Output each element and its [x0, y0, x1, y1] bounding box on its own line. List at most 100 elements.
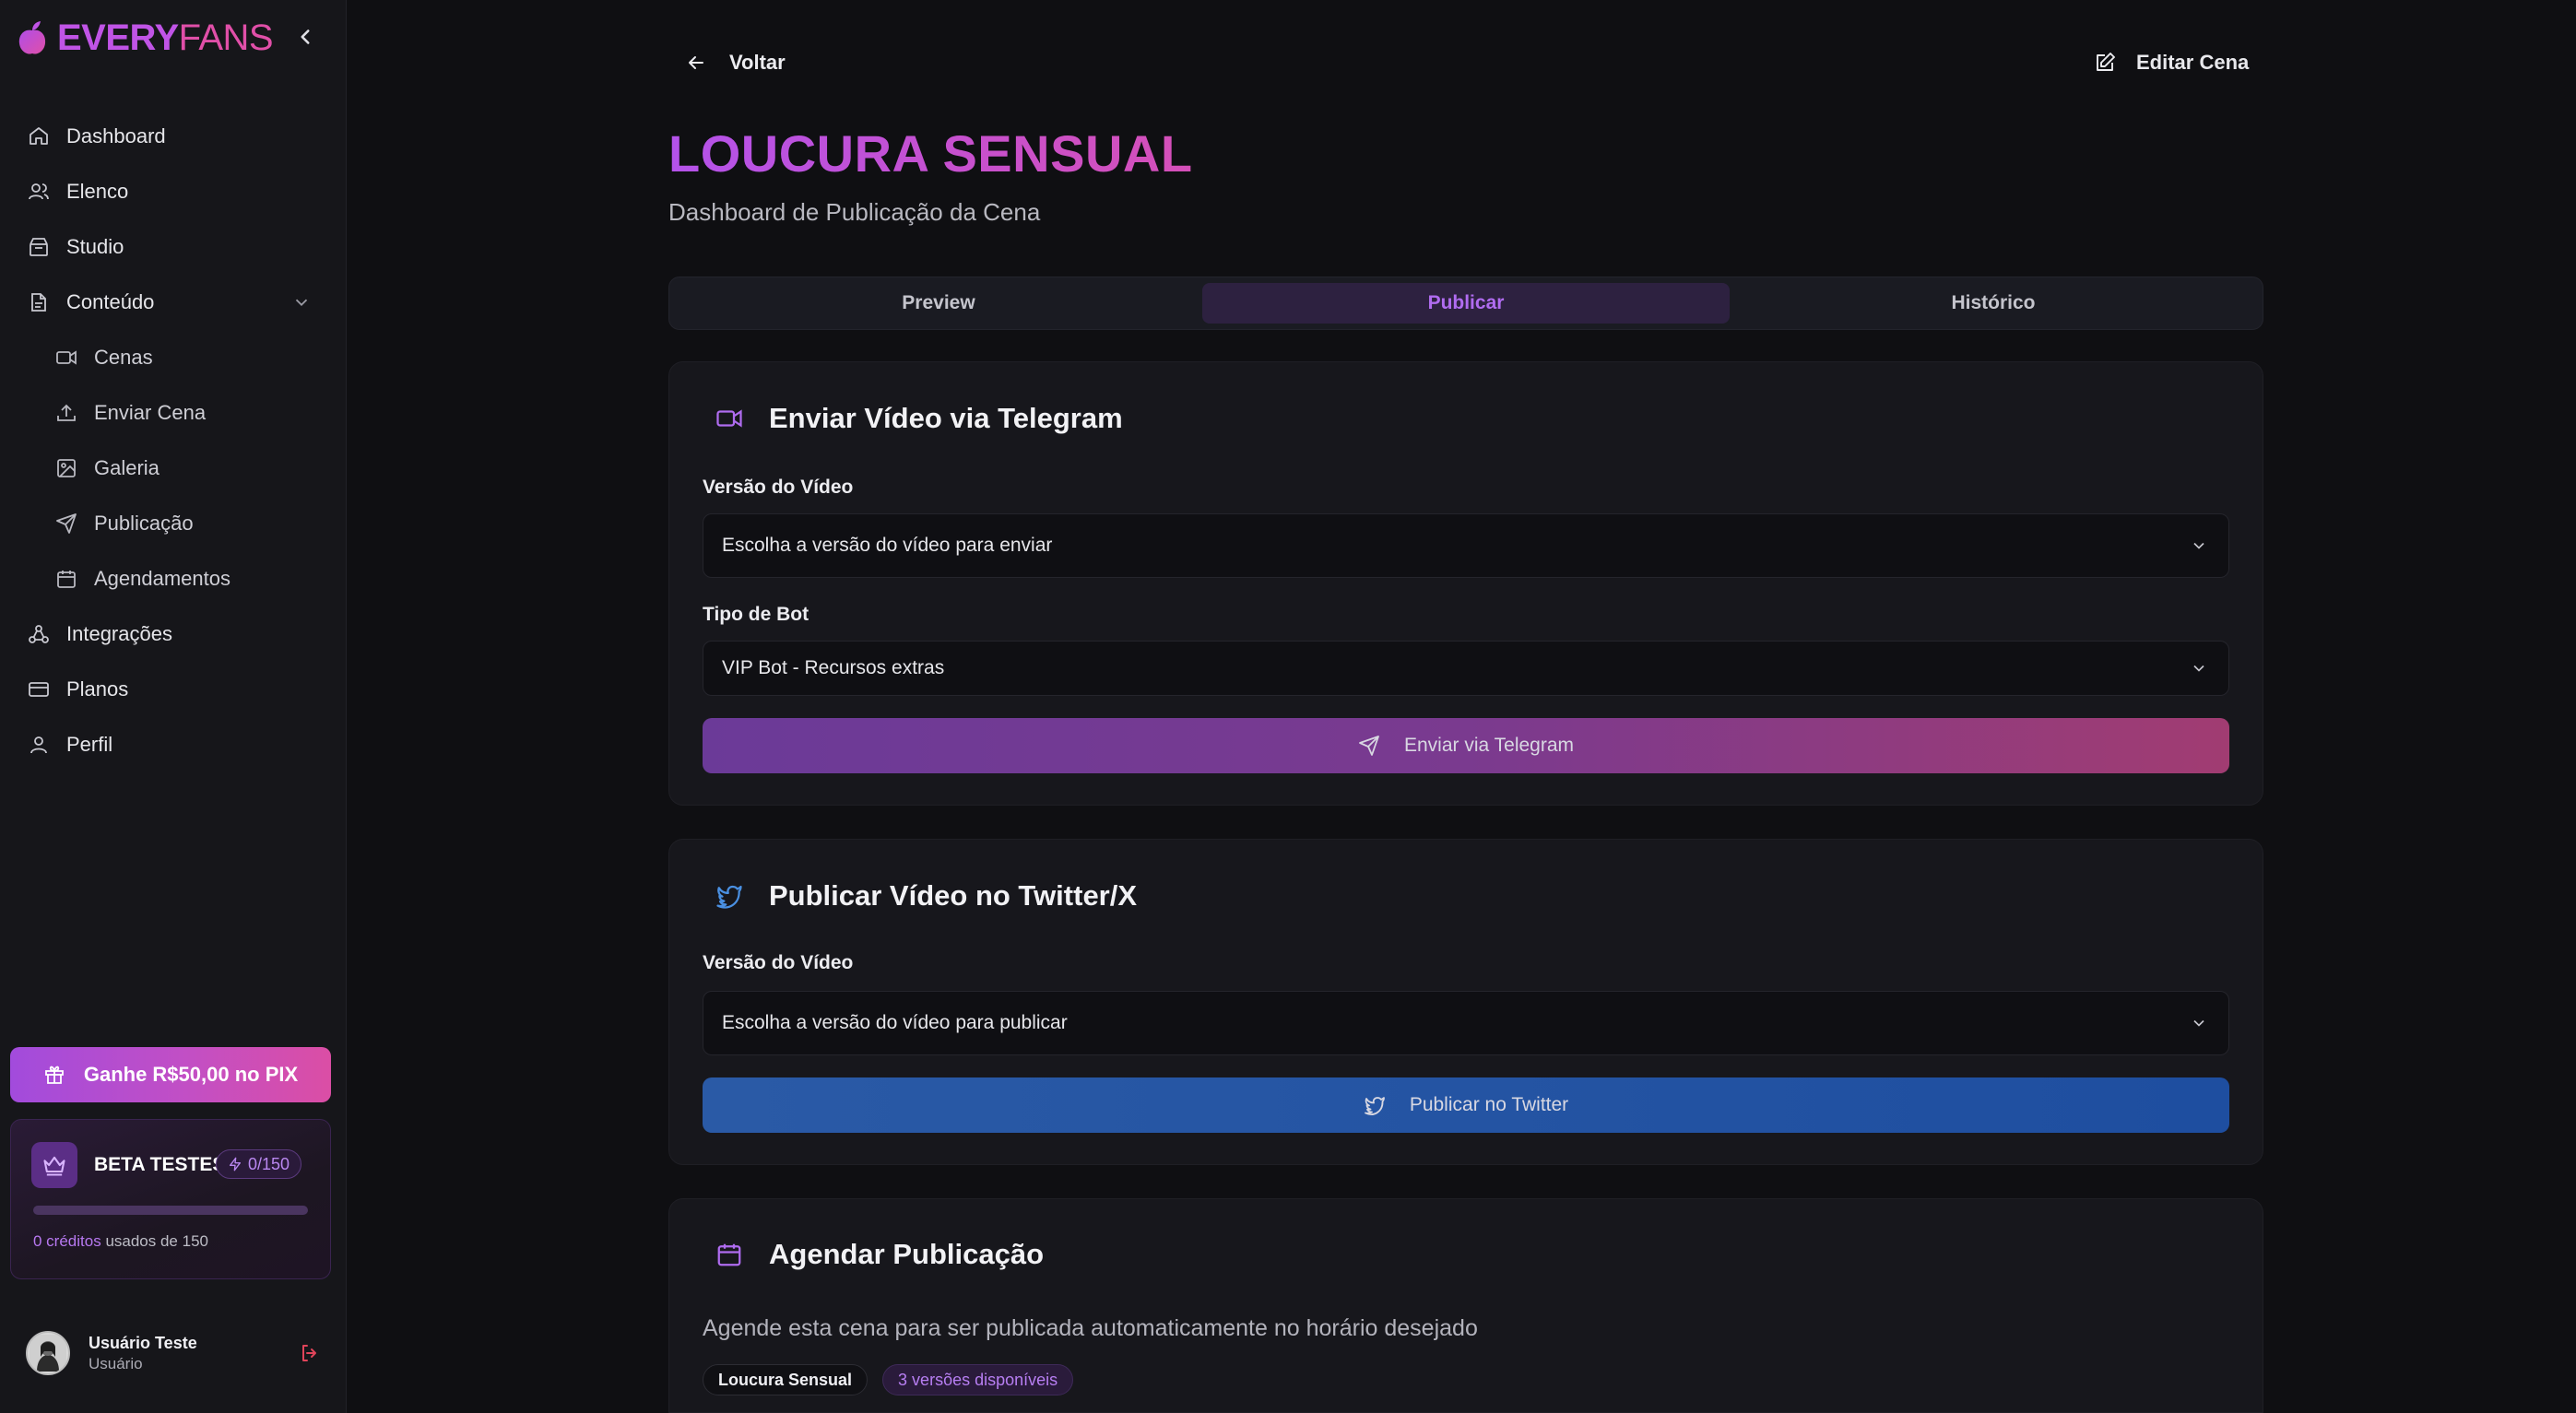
brand-logo[interactable]: EVERYFANS	[17, 17, 274, 59]
user-name: Usuário Teste	[89, 1333, 197, 1352]
twitter-version-select[interactable]: Escolha a versão do vídeo para publicar	[703, 991, 2229, 1055]
schedule-card: Agendar Publicação Agende esta cena para…	[668, 1198, 2263, 1413]
sidebar-item-label: Integrações	[66, 622, 172, 645]
page-title: LOUCURA SENSUAL	[668, 124, 1193, 183]
gift-icon	[44, 1066, 64, 1084]
home-icon	[30, 127, 48, 145]
sidebar-item-label: Planos	[66, 677, 129, 701]
sidebar-item-label: Enviar Cena	[94, 401, 207, 424]
integrations-icon	[29, 625, 49, 643]
sidebar-item-label: Perfil	[66, 733, 113, 756]
promo-label: Ganhe R$50,00 no PIX	[83, 1063, 299, 1086]
send-telegram-label: Enviar via Telegram	[1403, 735, 1575, 756]
tab-historico[interactable]: Histórico	[1730, 283, 2257, 324]
schedule-chips: Loucura Sensual 3 versões disponíveis	[703, 1364, 1074, 1395]
beta-badge-label: 0/150	[248, 1154, 290, 1173]
calendar-icon	[717, 1243, 741, 1266]
sidebar-item-agendamentos[interactable]: Agendamentos	[0, 551, 347, 606]
sidebar-item-studio[interactable]: Studio	[0, 219, 347, 275]
tab-publicar[interactable]: Publicar	[1202, 283, 1730, 324]
image-icon	[57, 459, 76, 477]
beta-card: BETA TESTES 0/150 0 créditos usados de 1…	[10, 1119, 331, 1279]
crown-badge	[31, 1142, 77, 1188]
video-camera-icon	[716, 409, 742, 428]
bot-type-select[interactable]: VIP Bot - Recursos extras	[703, 641, 2229, 696]
send-icon	[56, 513, 77, 534]
schedule-card-title: Agendar Publicação	[769, 1238, 1045, 1270]
edit-icon	[2097, 53, 2115, 71]
tab-preview[interactable]: Preview	[675, 283, 1202, 324]
sidebar-item-enviar-cena[interactable]: Enviar Cena	[0, 385, 347, 441]
sidebar-item-perfil[interactable]: Perfil	[0, 717, 347, 772]
chevron-down-icon	[2193, 1019, 2204, 1027]
sidebar-item-dashboard[interactable]: Dashboard	[0, 109, 347, 164]
twitter-version-placeholder: Escolha a versão do vídeo para publicar	[722, 1012, 1068, 1033]
publish-twitter-button[interactable]: Publicar no Twitter	[703, 1077, 2229, 1133]
video-icon	[56, 350, 77, 365]
chevron-down-icon[interactable]	[291, 292, 312, 312]
bot-type-value: VIP Bot - Recursos extras	[722, 657, 945, 678]
sidebar-item-label: Conteúdo	[66, 290, 155, 313]
back-button[interactable]: Voltar	[685, 51, 786, 75]
twitter-bird-icon	[716, 885, 742, 909]
logout-icon[interactable]	[299, 1342, 321, 1364]
beta-progress-bar	[33, 1206, 308, 1215]
sidebar-item-label: Galeria	[94, 456, 160, 479]
twitter-version-label: Versão do Vídeo	[703, 952, 854, 973]
calendar-icon	[57, 571, 76, 588]
back-label: Voltar	[729, 51, 786, 74]
sidebar-item-conteudo[interactable]: Conteúdo	[0, 275, 347, 330]
telegram-card-header: Enviar Vídeo via Telegram	[715, 402, 1123, 435]
sidebar-item-integracoes[interactable]: Integrações	[0, 606, 347, 662]
telegram-version-label: Versão do Vídeo	[703, 477, 854, 498]
send-telegram-button[interactable]: Enviar via Telegram	[703, 718, 2229, 773]
beta-credits-badge: 0/150	[216, 1149, 302, 1179]
twitter-card-header: Publicar Vídeo no Twitter/X	[715, 879, 1137, 913]
chevron-down-icon	[2193, 665, 2204, 672]
twitter-bird-icon	[1364, 1097, 1385, 1115]
bot-type-label: Tipo de Bot	[703, 604, 809, 625]
sidebar-item-label: Publicação	[94, 512, 194, 535]
sidebar-nav: Dashboard Elenco Studio Conteúdo Cenas E…	[0, 109, 347, 772]
twitter-card-title: Publicar Vídeo no Twitter/X	[769, 879, 1138, 912]
sidebar-item-label: Studio	[66, 235, 124, 258]
beta-title: BETA TESTES	[94, 1154, 226, 1175]
sidebar-item-planos[interactable]: Planos	[0, 662, 347, 717]
brand-name: EVERYFANS	[57, 17, 274, 58]
peach-logo-icon	[18, 21, 46, 54]
sidebar-item-elenco[interactable]: Elenco	[0, 164, 347, 219]
credit-card-icon	[29, 682, 49, 697]
scene-name-chip: Loucura Sensual	[703, 1364, 869, 1395]
user-role: Usuário	[89, 1354, 143, 1372]
sidebar-item-galeria[interactable]: Galeria	[0, 441, 347, 496]
telegram-card: Enviar Vídeo via Telegram Versão do Víde…	[668, 361, 2263, 806]
users-icon	[29, 183, 49, 200]
file-icon	[31, 293, 46, 312]
sidebar-item-label: Agendamentos	[94, 567, 230, 590]
sidebar: EVERYFANS Dashboard Elenco Studio Conteú…	[0, 0, 347, 1413]
arrow-left-icon	[689, 56, 703, 69]
upload-icon	[57, 404, 76, 421]
user-profile[interactable]: Usuário Teste Usuário	[26, 1327, 321, 1379]
beta-credits-note: 0 créditos usados de 150	[33, 1232, 208, 1250]
telegram-version-select[interactable]: Escolha a versão do vídeo para enviar	[703, 513, 2229, 578]
crown-icon	[43, 1156, 65, 1176]
sidebar-item-cenas[interactable]: Cenas	[0, 330, 347, 385]
telegram-version-placeholder: Escolha a versão do vídeo para enviar	[722, 535, 1053, 556]
chevron-left-icon[interactable]	[293, 24, 317, 50]
promo-pix-button[interactable]: Ganhe R$50,00 no PIX	[10, 1047, 331, 1102]
sidebar-item-publicacao[interactable]: Publicação	[0, 496, 347, 551]
user-info: Usuário Teste Usuário	[89, 1334, 197, 1373]
versions-chip: 3 versões disponíveis	[882, 1364, 1074, 1395]
telegram-card-title: Enviar Vídeo via Telegram	[769, 402, 1123, 434]
sidebar-item-label: Dashboard	[66, 124, 166, 147]
schedule-description: Agende esta cena para ser publicada auto…	[703, 1315, 1478, 1341]
chevron-down-icon	[2193, 542, 2204, 549]
avatar	[26, 1331, 70, 1375]
edit-scene-button[interactable]: Editar Cena	[2094, 51, 2249, 75]
lightning-icon	[230, 1157, 241, 1172]
publish-twitter-label: Publicar no Twitter	[1409, 1094, 1569, 1115]
avatar-portrait-icon	[30, 1335, 66, 1372]
sidebar-item-label: Cenas	[94, 346, 153, 369]
edit-label: Editar Cena	[2136, 51, 2250, 74]
